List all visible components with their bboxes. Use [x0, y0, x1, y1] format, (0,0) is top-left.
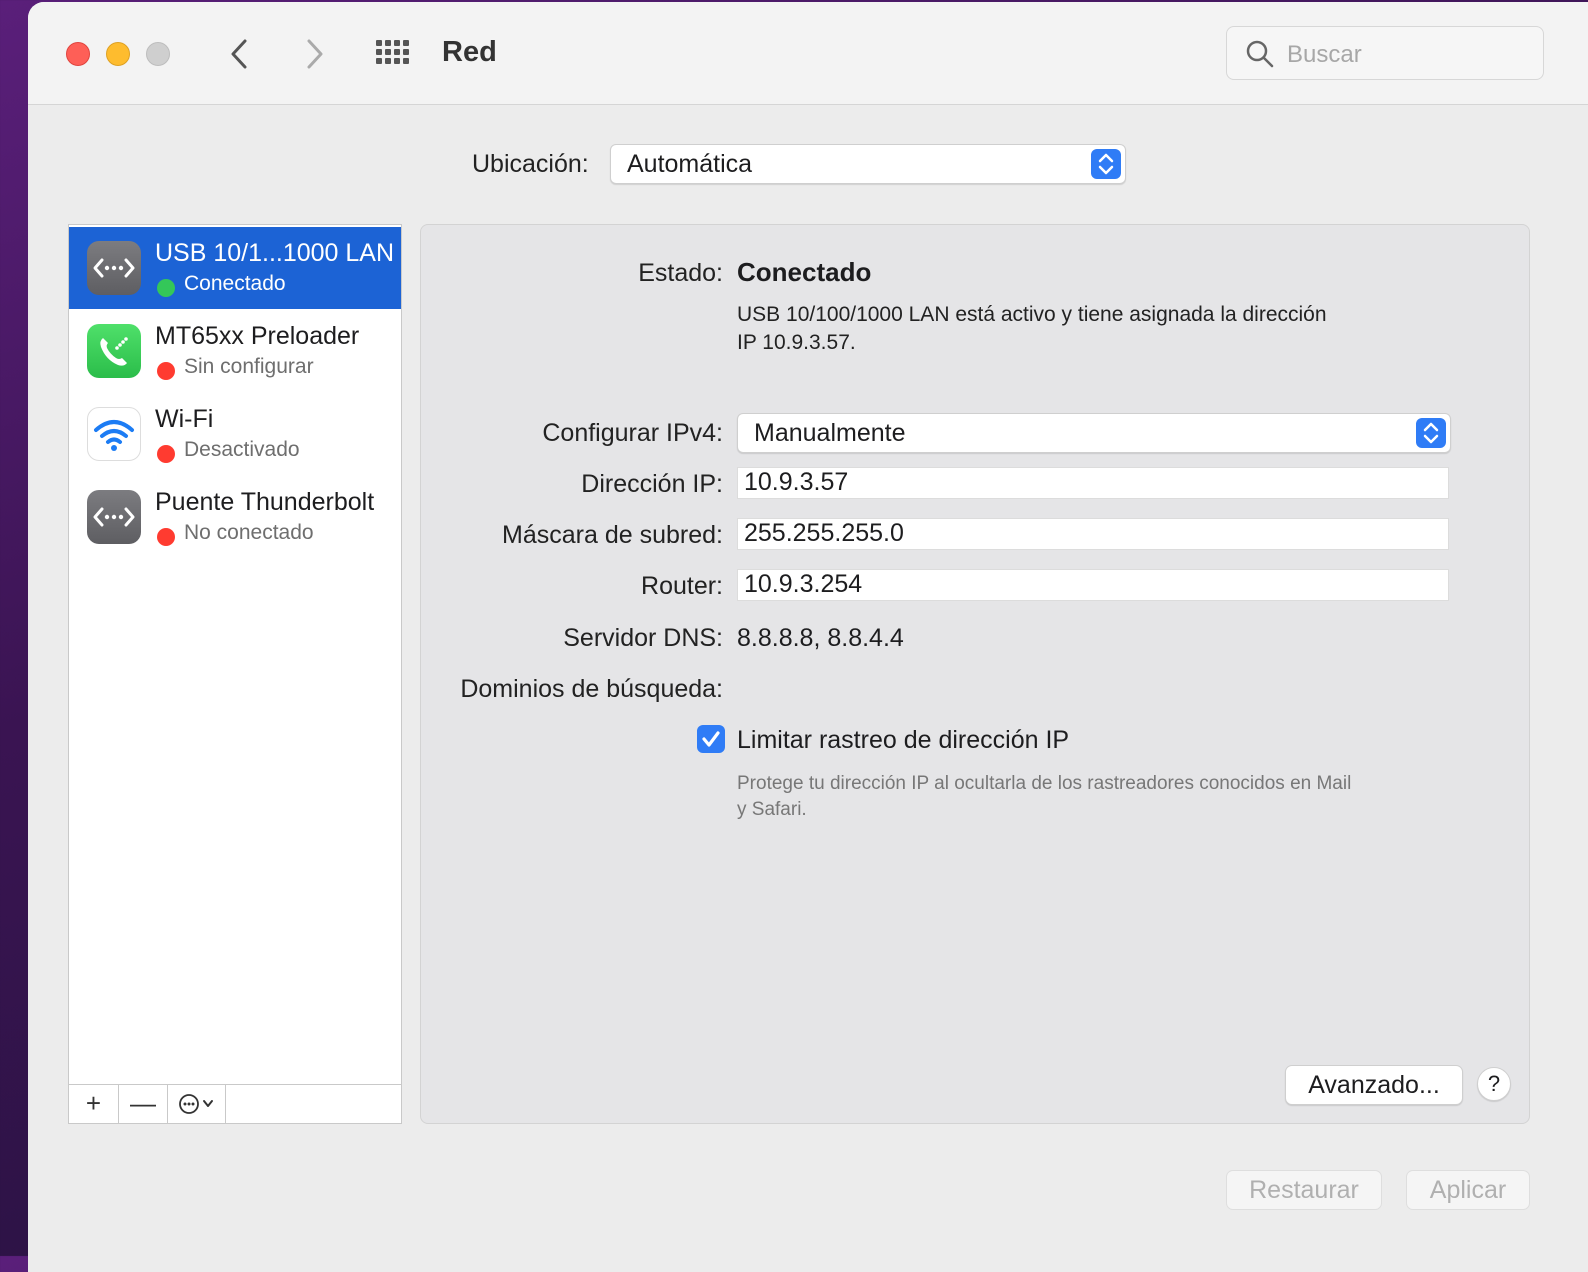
service-name: Puente Thunderbolt: [155, 488, 375, 516]
location-label: Ubicación:: [472, 150, 589, 178]
status-description: USB 10/100/1000 LAN está activo y tiene …: [737, 301, 1327, 357]
service-name: MT65xx Preloader: [155, 322, 360, 350]
search-field[interactable]: Buscar: [1226, 26, 1544, 80]
status-description-line: USB 10/100/1000 LAN está activo y tiene …: [737, 303, 1327, 326]
popup-stepper-icon: [1091, 149, 1121, 179]
service-status: Sin configurar: [184, 355, 314, 378]
limit-ip-tracking-checkbox[interactable]: [697, 725, 725, 753]
ellipsis-circle-icon: [178, 1094, 213, 1114]
service-item-mt65xx-preloader[interactable]: MT65xx Preloader Sin configurar: [69, 310, 401, 392]
limit-ip-tracking-description: Protege tu dirección IP al ocultarla de …: [737, 771, 1351, 823]
limit-ip-tracking-label[interactable]: Limitar rastreo de dirección IP: [737, 726, 1069, 755]
configure-ipv4-value: Manualmente: [754, 419, 906, 447]
status-label: Estado:: [638, 259, 723, 287]
router-field[interactable]: 10.9.3.254: [737, 569, 1449, 601]
search-placeholder: Buscar: [1287, 41, 1362, 68]
remove-service-button[interactable]: —: [119, 1085, 168, 1123]
service-item-wifi[interactable]: Wi-Fi Desactivado: [69, 393, 401, 475]
chevron-right-icon: [307, 39, 323, 69]
service-list-toolbar: + —: [69, 1084, 401, 1123]
search-icon: [1246, 40, 1274, 68]
title-bar: Red Buscar: [28, 2, 1588, 105]
status-description-line: IP 10.9.3.57.: [737, 331, 856, 354]
window-title: Red: [442, 36, 497, 68]
search-domains-label: Dominios de búsqueda:: [460, 675, 723, 703]
status-dot: [157, 362, 175, 380]
popup-stepper-icon: [1416, 418, 1446, 448]
revert-button[interactable]: Restaurar: [1226, 1170, 1382, 1210]
network-preferences-window: Red Buscar Ubicación: Automática USB 10/…: [28, 2, 1588, 1272]
configure-ipv4-popup[interactable]: Manualmente: [737, 413, 1451, 453]
location-value: Automática: [627, 150, 753, 178]
limit-ip-tracking-description-line: Protege tu dirección IP al ocultarla de …: [737, 773, 1352, 794]
ethernet-icon: [87, 490, 141, 544]
grid-icon: [376, 40, 409, 64]
status-dot: [157, 279, 175, 297]
minimize-window-button[interactable]: [106, 42, 130, 66]
service-item-thunderbolt-bridge[interactable]: Puente Thunderbolt No conectado: [69, 476, 401, 558]
checkmark-icon: [702, 731, 720, 747]
status-dot: [157, 528, 175, 546]
service-name: USB 10/1...1000 LAN: [155, 239, 395, 267]
wifi-icon: [87, 407, 141, 461]
subnet-mask-value: 255.255.255.0: [744, 519, 904, 547]
dns-server-label: Servidor DNS:: [563, 624, 723, 652]
chevron-left-icon: [231, 39, 247, 69]
show-all-button[interactable]: [374, 34, 414, 74]
status-dot: [157, 445, 175, 463]
advanced-button[interactable]: Avanzado...: [1285, 1065, 1463, 1105]
back-button[interactable]: [220, 34, 260, 74]
phone-modem-icon: [87, 324, 141, 378]
action-menu-button[interactable]: [168, 1085, 226, 1123]
ip-address-label: Dirección IP:: [581, 470, 723, 498]
subnet-mask-label: Máscara de subred:: [502, 521, 723, 549]
ethernet-icon: [87, 241, 141, 295]
status-value: Conectado: [737, 257, 872, 287]
service-name: Wi-Fi: [155, 405, 214, 433]
service-status: No conectado: [184, 521, 314, 544]
ip-address-value: 10.9.3.57: [744, 468, 849, 496]
location-popup[interactable]: Automática: [610, 144, 1126, 184]
subnet-mask-field[interactable]: 255.255.255.0: [737, 518, 1449, 550]
service-detail-panel: Estado: Conectado USB 10/100/1000 LAN es…: [420, 224, 1530, 1124]
router-label: Router:: [641, 572, 723, 600]
zoom-window-button[interactable]: [146, 42, 170, 66]
limit-ip-tracking-description-line: y Safari.: [737, 799, 807, 820]
service-list: USB 10/1...1000 LAN Conectado MT65xx Pre…: [68, 224, 402, 1124]
router-value: 10.9.3.254: [744, 570, 863, 598]
close-window-button[interactable]: [66, 42, 90, 66]
add-service-button[interactable]: +: [69, 1085, 119, 1123]
service-status: Conectado: [184, 272, 286, 295]
configure-ipv4-label: Configurar IPv4:: [542, 419, 723, 447]
dns-server-value: 8.8.8.8, 8.8.4.4: [737, 624, 904, 652]
service-status: Desactivado: [184, 438, 300, 461]
help-button[interactable]: ?: [1477, 1067, 1511, 1101]
forward-button[interactable]: [294, 34, 334, 74]
apply-button[interactable]: Aplicar: [1406, 1170, 1530, 1210]
ip-address-field[interactable]: 10.9.3.57: [737, 467, 1449, 499]
service-item-usb-lan[interactable]: USB 10/1...1000 LAN Conectado: [69, 227, 401, 309]
